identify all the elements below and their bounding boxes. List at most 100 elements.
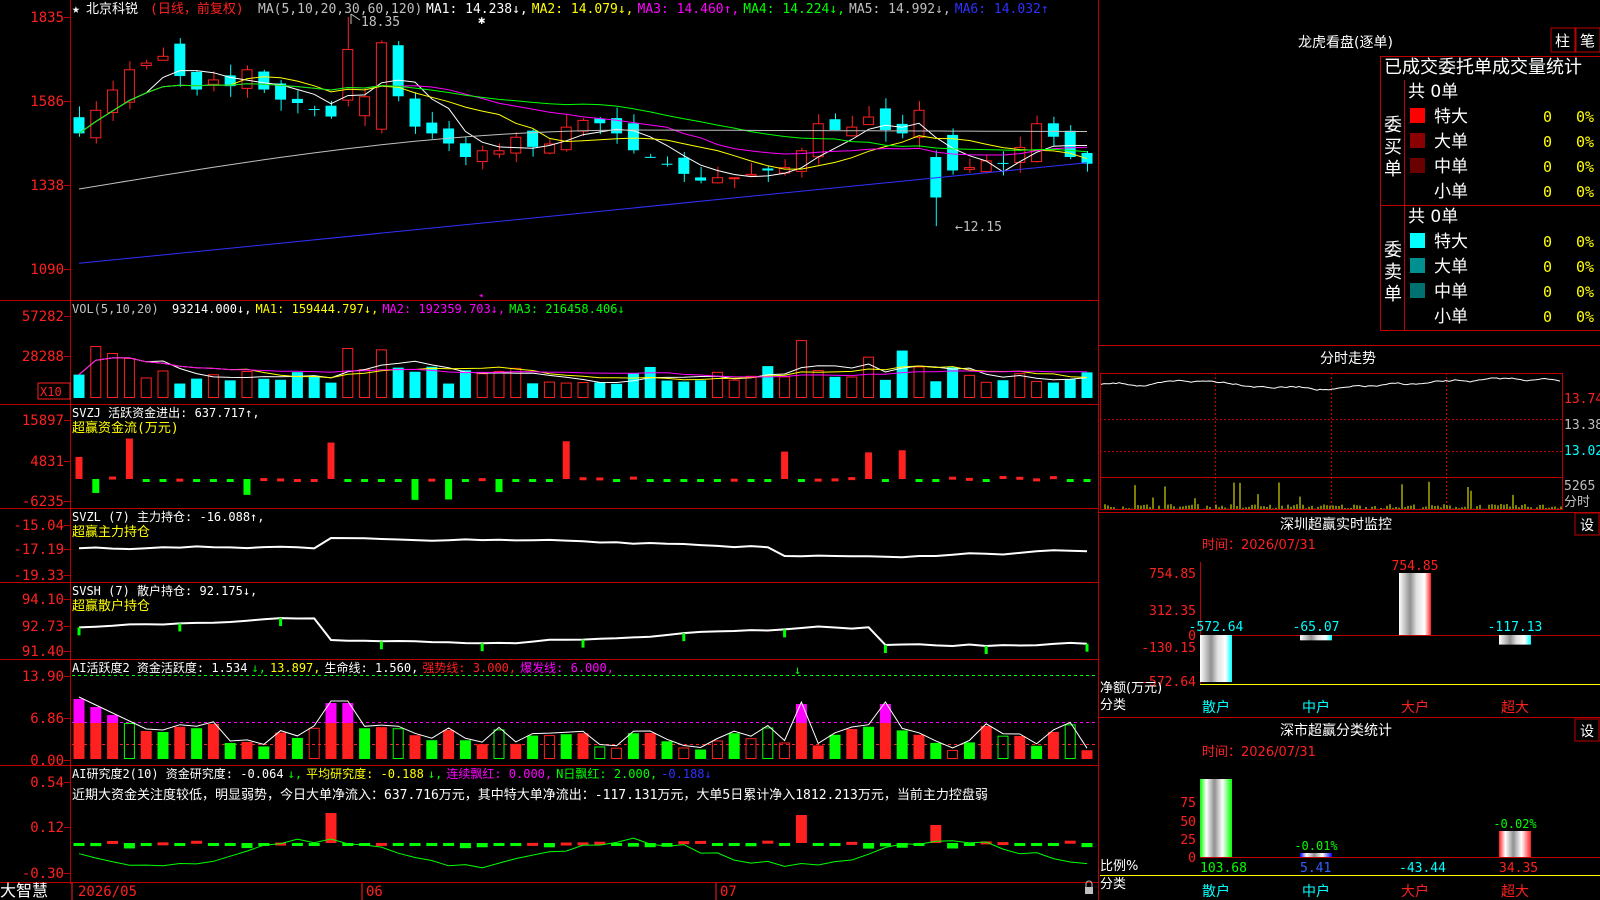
ma-value-4: MA5: 14.992↓,: [849, 2, 951, 17]
monitor-bar: [1300, 635, 1332, 641]
fund-flow-bar: [512, 479, 520, 482]
volume-bar-up: [375, 349, 387, 398]
volume-bar-up: [560, 382, 572, 398]
fund-flow-bar: [781, 451, 789, 479]
bi-button[interactable]: 笔: [1580, 32, 1595, 50]
candle-body-down: [459, 143, 471, 157]
monitor-settings-button[interactable]: 设: [1580, 518, 1594, 534]
research-bar: [762, 840, 774, 844]
vol-ma5-line: [78, 357, 1088, 384]
candle-body-down: [291, 98, 303, 104]
volume-bar-down: [459, 370, 471, 398]
research-bar: [1064, 840, 1076, 844]
monitor-chart: 754.85312.350-130.15-572.64净额(万元)分类-572.…: [1100, 559, 1600, 716]
fund-flow-bar: [697, 479, 705, 482]
research-bar: [392, 843, 404, 846]
fund-flow-bar: [293, 478, 301, 482]
main-y-axis: 1835 1586 1338 1090: [30, 10, 64, 278]
fund-flow-bar: [629, 476, 637, 480]
research-bar: [863, 843, 875, 849]
svzl-sublabel: 超赢主力持仓: [72, 524, 150, 540]
fund-flow-bar: [377, 479, 385, 482]
volume-bar-down: [409, 371, 421, 398]
volume-bar-up: [728, 379, 740, 399]
research-bar: [997, 842, 1009, 846]
svzj-y-axis: 15897 4831 -6235: [22, 413, 64, 510]
fund-flow-bar: [865, 452, 873, 479]
classify-category: 中户: [1302, 883, 1330, 900]
activity-bar: [795, 723, 807, 759]
fund-flow-bar: [915, 479, 923, 482]
candle-body-down: [426, 122, 438, 134]
activity-bar: [863, 726, 875, 759]
volume-bar-down: [627, 373, 639, 398]
activity-bar: [846, 729, 858, 759]
ma-value-5: MA6: 14.032↑: [955, 2, 1049, 17]
vol-panel-header: VOL(5,10,20) 93214.000↓, MA1: 159444.797↓…: [72, 302, 625, 316]
classify-top-label: -0.02%: [1493, 817, 1537, 831]
fund-flow-bar: [965, 477, 973, 481]
research-bar: [963, 843, 975, 846]
volume-bar-up: [846, 376, 858, 398]
vol-value-1: MA1: 159444.797↓,: [255, 302, 378, 316]
volume-bar-down: [879, 379, 891, 398]
activity-bar: [90, 723, 102, 759]
candle-body-up: [359, 96, 371, 117]
y-tick-label: -6235: [22, 494, 64, 510]
ma-values: MA1: 14.238↓, MA2: 14.079↓, MA3: 14.460↑, M…: [426, 2, 1049, 17]
y-tick-label: 1090: [30, 262, 64, 278]
fund-flow-bar: [260, 478, 268, 482]
buy-row-swatch: [1410, 158, 1425, 173]
sell-total: 共 0单: [1408, 207, 1458, 227]
research-bar: [560, 842, 572, 846]
research-bar: [728, 843, 740, 846]
activity-burst-segment: [90, 707, 102, 723]
svzl-label: SVZL (7) 主力持仓: -16.088↑,: [72, 509, 265, 524]
fund-flow-bar: [445, 479, 453, 500]
activity-bar: [258, 746, 270, 759]
date-label-jun: 06: [366, 884, 383, 900]
fund-flow-bar: [411, 479, 419, 500]
activity-bar-hollow: [779, 742, 791, 760]
sell-row-swatch: [1410, 283, 1425, 298]
sell-row-swatch: [1410, 258, 1425, 273]
activity-bar: [644, 732, 656, 759]
fund-flow-bar: [327, 442, 335, 479]
activity-bar: [224, 743, 236, 759]
activity-bar: [342, 723, 354, 759]
fund-flow-bar: [663, 479, 671, 482]
fund-flow-bar: [579, 477, 587, 481]
fund-flow-bar: [713, 479, 721, 482]
ai-active-part-5: 爆发线: 6.000,: [520, 660, 614, 675]
stock-chart-window[interactable]: ★ 北京科锐 (日线，前复权) MA(5,10,20,30,60,120) MA…: [0, 0, 1600, 900]
activity-bar: [1047, 731, 1059, 759]
zhu-button[interactable]: 柱: [1555, 32, 1570, 50]
volume-bar-down: [829, 376, 841, 398]
volume-bar-down: [325, 382, 337, 398]
ai-active-y-axis: 13.90 6.86 0.00: [22, 669, 64, 769]
fund-flow-bar: [898, 450, 906, 479]
y-tick-label: -15.04: [13, 518, 64, 534]
research-bar: [930, 825, 942, 843]
lhb-header: 已成交委托单成交量统计: [1384, 57, 1582, 78]
y-tick-label: -0.30: [22, 866, 64, 882]
activity-bar-hollow: [611, 747, 623, 760]
buy-row-pct: 0%: [1576, 108, 1594, 126]
classify-settings-button[interactable]: 设: [1580, 724, 1594, 740]
research-bar: [123, 843, 135, 849]
activity-bar-hollow: [745, 738, 757, 760]
y-tick-label: 0.12: [30, 820, 64, 836]
buy-row-label: 中单: [1434, 157, 1468, 177]
ai-research-part-2: 平均研究度: -0.188: [306, 766, 424, 781]
candle-body-down: [829, 119, 841, 131]
research-bar: [947, 843, 959, 849]
y-tick-label: 92.73: [22, 619, 64, 635]
intraday-price-high: 13.74: [1564, 392, 1600, 407]
lock-icon[interactable]: [1085, 887, 1093, 894]
ai-research-part-0: AI研究度2(10) 资金研究度: -0.064: [72, 766, 284, 781]
fund-flow-bar: [881, 479, 889, 482]
candle-body-down: [1047, 123, 1059, 137]
activity-bar: [157, 732, 169, 759]
volume-bar-down: [224, 380, 236, 398]
ai-research-part-6: -0.188↓: [661, 767, 712, 781]
